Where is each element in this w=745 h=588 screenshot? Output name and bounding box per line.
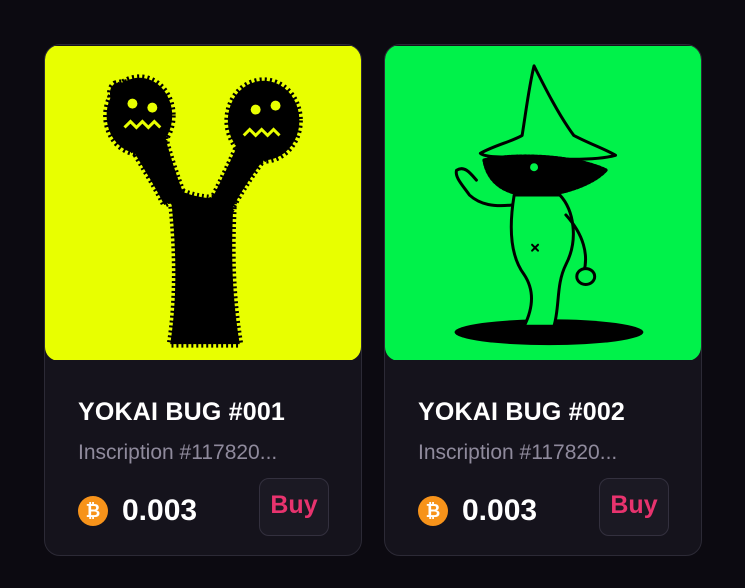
inscription-number: Inscription #117820... — [418, 441, 618, 464]
inscription-number: Inscription #117820... — [78, 441, 278, 464]
buy-button[interactable]: Buy — [599, 478, 669, 536]
nft-title: YOKAI BUG #002 — [418, 398, 626, 426]
price-row: ₿ 0.003 — [78, 493, 197, 529]
nft-artwork-image[interactable] — [45, 45, 361, 361]
bitcoin-icon: ₿ — [418, 496, 448, 526]
nft-title: YOKAI BUG #001 — [78, 398, 286, 426]
price-row: ₿ 0.003 — [418, 493, 537, 529]
yokai-bug-001-artwork — [45, 45, 361, 361]
price-value: 0.003 — [122, 494, 198, 527]
nft-card[interactable]: YOKAI BUG #001 Inscription #117820... ₿ … — [44, 44, 362, 556]
nft-card[interactable]: YOKAI BUG #002 Inscription #117820... ₿ … — [384, 44, 702, 556]
yokai-bug-002-artwork — [385, 45, 701, 361]
bitcoin-icon: ₿ — [78, 496, 108, 526]
price-value: 0.003 — [462, 494, 538, 527]
nft-artwork-image[interactable] — [385, 45, 701, 361]
buy-button[interactable]: Buy — [259, 478, 329, 536]
